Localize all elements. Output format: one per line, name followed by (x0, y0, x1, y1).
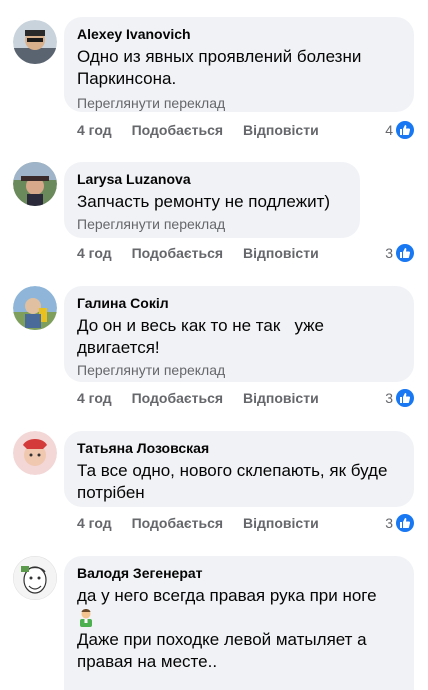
see-translation-link[interactable]: Переглянути переклад (77, 215, 347, 233)
thumbs-up-icon (396, 514, 414, 532)
author-name[interactable]: Татьяна Лозовская (77, 439, 401, 457)
author-name[interactable]: Larysa Luzanova (77, 170, 347, 188)
timestamp[interactable]: 4 год (77, 515, 112, 531)
timestamp[interactable]: 4 год (77, 122, 112, 138)
avatar[interactable] (13, 431, 57, 475)
comment-text: да у него всегда правая рука при ноге (77, 586, 377, 605)
reaction-count: 3 (385, 245, 393, 261)
avatar[interactable] (13, 162, 57, 206)
reactions[interactable]: 3 (385, 514, 414, 532)
avatar[interactable] (13, 20, 57, 64)
comment-actions: 4 год Подобається Відповісти (77, 122, 339, 138)
comment-text: Одно из явных проявлений болезни Паркинс… (77, 47, 362, 88)
reply-button[interactable]: Відповісти (243, 122, 319, 138)
comment-text: Та все одно, нового склепають, як буде п… (77, 461, 388, 502)
author-name[interactable]: Галина Сокіл (77, 294, 401, 312)
author-name[interactable]: Alexey Ivanovich (77, 25, 401, 43)
man-emoji-icon (77, 607, 401, 629)
comment-text: Запчасть ремонту не подлежит) (77, 192, 331, 211)
reply-button[interactable]: Відповісти (243, 245, 319, 261)
avatar[interactable] (13, 556, 57, 600)
reaction-count: 4 (385, 122, 393, 138)
reaction-count: 3 (385, 515, 393, 531)
reply-button[interactable]: Відповісти (243, 390, 319, 406)
comment-actions: 4 год Подобається Відповісти (77, 515, 339, 531)
comment-bubble: Валодя Зегенерат да у него всегда правая… (64, 556, 414, 690)
see-translation-link[interactable]: Переглянути переклад (77, 361, 401, 379)
like-button[interactable]: Подобається (132, 515, 223, 531)
comment-bubble: Larysa Luzanova Запчасть ремонту не подл… (64, 162, 360, 238)
comment-text: До он и весь как то не так уже двигается… (77, 316, 329, 357)
comment-text: Даже при походке левой матыляет а правая… (77, 630, 367, 671)
comment-actions: 4 год Подобається Відповісти (77, 390, 339, 406)
timestamp[interactable]: 4 год (77, 245, 112, 261)
like-button[interactable]: Подобається (132, 122, 223, 138)
comment-actions: 4 год Подобається Відповісти (77, 245, 339, 261)
reactions[interactable]: 4 (385, 121, 414, 139)
comment-bubble: Alexey Ivanovich Одно из явных проявлени… (64, 17, 414, 112)
thumbs-up-icon (396, 121, 414, 139)
comment-bubble: Галина Сокіл До он и весь как то не так … (64, 286, 414, 382)
reactions[interactable]: 3 (385, 244, 414, 262)
author-name[interactable]: Валодя Зегенерат (77, 564, 401, 582)
reaction-count: 3 (385, 390, 393, 406)
thumbs-up-icon (396, 389, 414, 407)
reactions[interactable]: 3 (385, 389, 414, 407)
thumbs-up-icon (396, 244, 414, 262)
see-translation-link[interactable]: Переглянути переклад (77, 94, 401, 112)
reply-button[interactable]: Відповісти (243, 515, 319, 531)
like-button[interactable]: Подобається (132, 245, 223, 261)
timestamp[interactable]: 4 год (77, 390, 112, 406)
like-button[interactable]: Подобається (132, 390, 223, 406)
comment-bubble: Татьяна Лозовская Та все одно, нового ск… (64, 431, 414, 507)
avatar[interactable] (13, 286, 57, 330)
